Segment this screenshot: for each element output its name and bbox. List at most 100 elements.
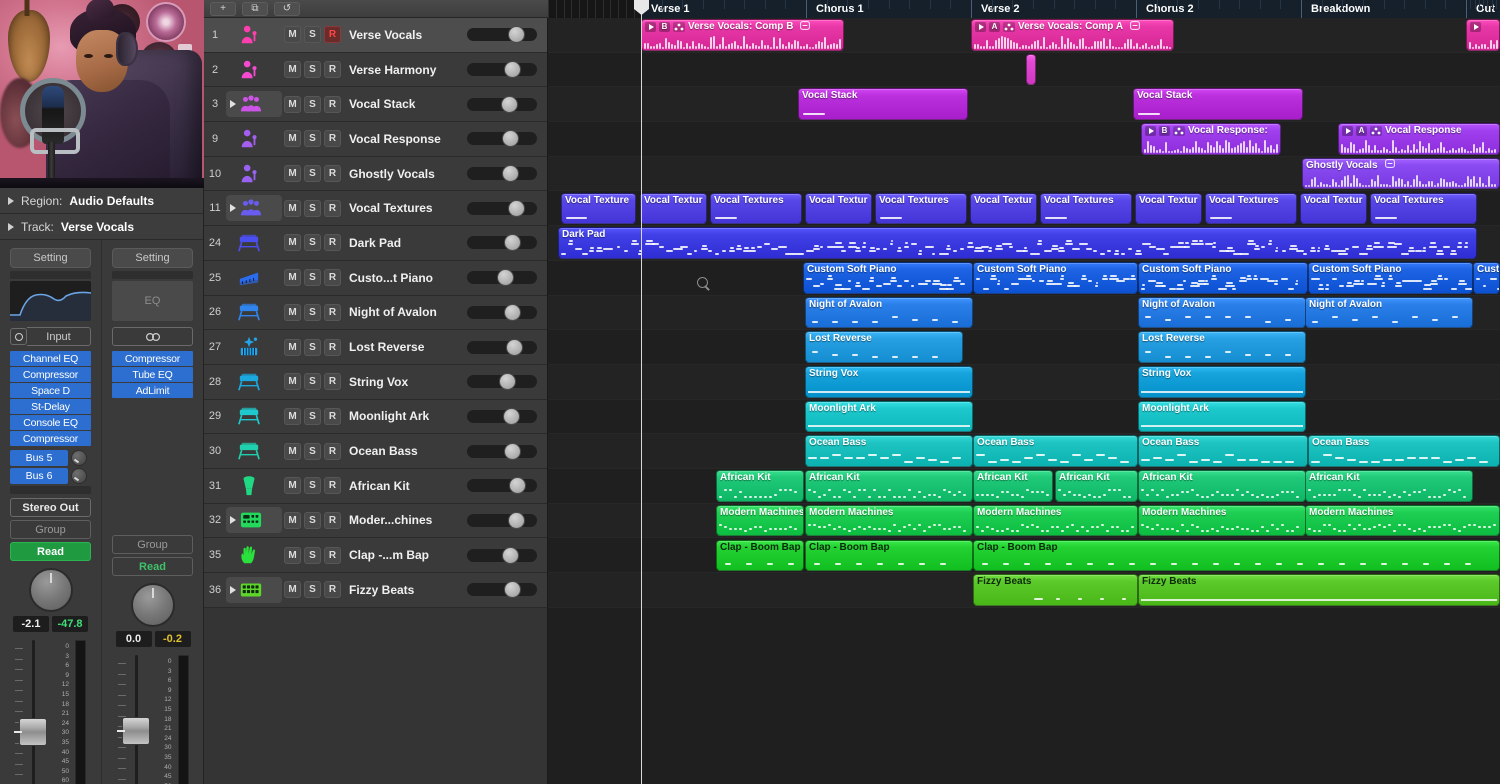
mute-button[interactable]: M — [284, 407, 301, 425]
region[interactable]: Ocean Bass — [1138, 435, 1308, 468]
track-stack-disclosure-icon[interactable] — [230, 585, 236, 594]
region[interactable]: African Kit — [1305, 470, 1473, 502]
track-name[interactable]: African Kit — [349, 479, 467, 493]
solo-button[interactable]: S — [304, 338, 321, 356]
region[interactable]: Night of Avalon — [1138, 296, 1306, 329]
region[interactable]: Vocal Textur — [1300, 192, 1367, 225]
record-enable-button[interactable]: R — [324, 199, 341, 217]
track-volume-knob[interactable] — [497, 269, 514, 287]
track-header-ocean-bass[interactable]: 30 M S R Ocean Bass — [204, 434, 547, 469]
mute-button[interactable]: M — [284, 373, 301, 391]
region-loop-icon[interactable] — [1384, 159, 1395, 171]
mute-button[interactable]: M — [284, 61, 301, 79]
region[interactable]: B Verse Vocals: Comp B — [641, 19, 844, 51]
region[interactable]: Custom Soft Piano — [973, 261, 1138, 294]
region[interactable]: A Verse Vocals: Comp A — [971, 19, 1174, 51]
solo-button[interactable]: S — [304, 234, 321, 252]
region[interactable]: African Kit — [973, 470, 1053, 502]
track-name[interactable]: Vocal Stack — [349, 97, 467, 111]
timeline-ruler[interactable]: Verse 1 Chorus 1 Verse 2 Chorus 2 Breakdown O… — [548, 0, 1500, 18]
region-play-icon[interactable] — [975, 21, 986, 32]
group-button[interactable]: Group — [10, 520, 91, 539]
solo-button[interactable]: S — [304, 199, 321, 217]
region[interactable]: Clap - Boom Bap — [716, 539, 804, 572]
solo-button[interactable]: S — [304, 373, 321, 391]
record-enable-button[interactable]: R — [324, 26, 341, 44]
record-enable-button[interactable]: R — [324, 477, 341, 495]
track-volume-knob[interactable] — [502, 165, 519, 183]
region[interactable]: Vocal Textures — [1205, 192, 1297, 225]
track-parameter-header[interactable]: Track: Verse Vocals — [0, 214, 203, 240]
track-volume-slider[interactable] — [467, 165, 537, 183]
track-volume-knob[interactable] — [509, 477, 526, 495]
track-volume-slider[interactable] — [467, 581, 537, 599]
track-volume-slider[interactable] — [467, 61, 537, 79]
track-volume-knob[interactable] — [501, 95, 518, 113]
region[interactable]: Vocal Texture — [561, 192, 636, 225]
region-take-letter[interactable]: B — [1159, 125, 1170, 136]
region[interactable]: Ocean Bass — [1308, 435, 1500, 468]
arrange-area[interactable]: Verse 1 Chorus 1 Verse 2 Chorus 2 Breakdown O… — [548, 0, 1500, 784]
region[interactable]: Modern Machines — [805, 504, 973, 537]
volume-fader[interactable] — [14, 640, 49, 784]
track-volume-knob[interactable] — [508, 26, 525, 44]
track-icon-area[interactable] — [226, 474, 282, 498]
track-volume-knob[interactable] — [504, 442, 521, 460]
solo-button[interactable]: S — [304, 511, 321, 529]
region-play-icon[interactable] — [1470, 21, 1481, 32]
mute-button[interactable]: M — [284, 26, 301, 44]
track-icon-area[interactable] — [226, 335, 282, 359]
undo-button[interactable]: ↺ — [274, 1, 300, 16]
track-volume-knob[interactable] — [502, 546, 519, 564]
track-volume-knob[interactable] — [503, 407, 520, 425]
track-volume-knob[interactable] — [504, 234, 521, 252]
mute-button[interactable]: M — [284, 95, 301, 113]
send-level-knob[interactable] — [71, 468, 87, 484]
pan-knob[interactable] — [28, 568, 73, 612]
track-icon-area[interactable] — [226, 439, 282, 463]
volume-value[interactable]: 0.0 — [115, 631, 152, 647]
record-enable-button[interactable]: R — [324, 269, 341, 287]
track-volume-slider[interactable] — [467, 546, 537, 564]
eq-curve-display[interactable] — [10, 281, 91, 321]
solo-button[interactable]: S — [304, 442, 321, 460]
setting-button[interactable]: Setting — [112, 248, 193, 268]
record-enable-button[interactable]: R — [324, 130, 341, 148]
input-selector[interactable]: Input — [10, 327, 91, 346]
track-header-ghostly-vocals[interactable]: 10 M S R Ghostly Vocals — [204, 156, 547, 192]
track-volume-knob[interactable] — [508, 199, 525, 217]
region[interactable]: A Vocal Response — [1338, 123, 1500, 155]
record-enable-button[interactable]: R — [324, 234, 341, 252]
track-icon-area[interactable] — [226, 231, 282, 255]
region[interactable]: Modern Machines — [716, 504, 804, 537]
track-volume-slider[interactable] — [467, 511, 537, 529]
track-header-dark-pad[interactable]: 24 M S R Dark Pad — [204, 226, 547, 261]
track-header-verse-vocals[interactable]: 1 M S R Verse Vocals — [204, 18, 547, 53]
region-take-letter[interactable]: A — [1356, 125, 1367, 136]
track-header-verse-harmony[interactable]: 2 M S R Verse Harmony — [204, 52, 547, 88]
comp-takes-icon[interactable] — [1173, 125, 1185, 136]
plugin-slot-empty[interactable] — [112, 399, 193, 415]
mute-button[interactable]: M — [284, 130, 301, 148]
track-name[interactable]: Night of Avalon — [349, 305, 467, 319]
record-enable-button[interactable]: R — [324, 511, 341, 529]
track-name[interactable]: Ocean Bass — [349, 444, 467, 458]
plugin-slot[interactable]: Compressor — [10, 431, 91, 446]
plugin-slot[interactable]: Compressor — [112, 351, 193, 366]
plugin-slot[interactable]: Compressor — [10, 367, 91, 382]
track-stack-disclosure-icon[interactable] — [230, 204, 236, 213]
region-play-icon[interactable] — [1342, 125, 1353, 136]
send-destination[interactable]: Bus 5 — [10, 450, 68, 466]
mute-button[interactable]: M — [284, 269, 301, 287]
region[interactable]: Ocean Bass — [805, 435, 973, 468]
track-icon-area[interactable] — [226, 127, 282, 151]
send-level-knob[interactable] — [71, 450, 87, 466]
solo-button[interactable]: S — [304, 95, 321, 113]
add-track-button[interactable]: + — [210, 1, 236, 16]
track-name[interactable]: Clap -...m Bap — [349, 548, 467, 562]
track-icon-area[interactable] — [226, 91, 282, 118]
automation-mode-button[interactable]: Read — [10, 542, 91, 561]
region[interactable]: Clap - Boom Bap — [805, 539, 973, 572]
solo-button[interactable]: S — [304, 546, 321, 564]
track-name[interactable]: Moonlight Ark — [349, 409, 467, 423]
